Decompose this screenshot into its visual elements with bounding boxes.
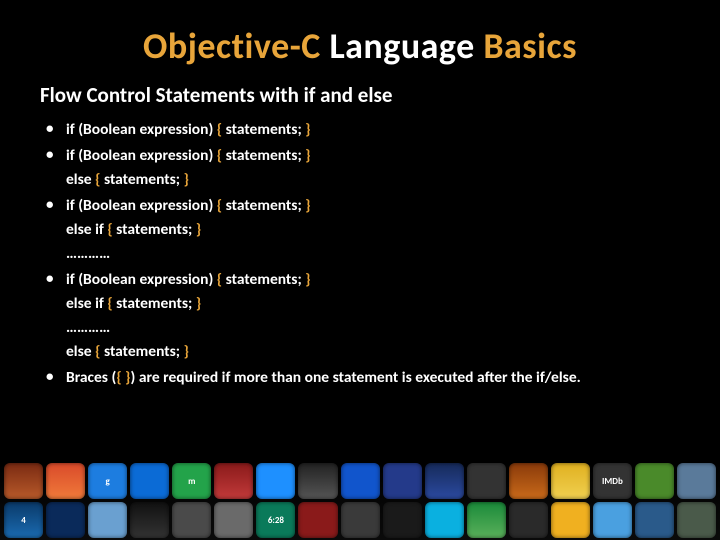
app-icon [298, 502, 337, 538]
app-icon [677, 502, 716, 538]
app-icon [551, 463, 590, 499]
app-icon [130, 463, 169, 499]
dock-icon-strip: g m IMDb 4 6:28 [0, 462, 720, 540]
slide: Objective-C Language Basics Flow Control… [0, 0, 720, 540]
title-part-2: Language [329, 24, 474, 68]
bullet-item: if (Boolean expression) { statements; } e… [40, 268, 686, 364]
app-icon [425, 502, 464, 538]
app-icon [341, 502, 380, 538]
bullet-line: if (Boolean expression) { statements; } [66, 196, 311, 215]
bullet-line: else if { statements; } [66, 218, 686, 242]
title-part-1: Objective-C [143, 24, 321, 68]
app-icon: IMDb [593, 463, 632, 499]
dock-row: 4 6:28 [4, 502, 716, 538]
app-icon: 4 [4, 502, 43, 538]
bullet-line: if (Boolean expression) { statements; } [66, 270, 311, 289]
app-icon [214, 502, 253, 538]
app-icon [172, 502, 211, 538]
app-icon [383, 502, 422, 538]
bullet-item: if (Boolean expression) { statements; } e… [40, 144, 686, 192]
bullet-line: else { statements; } [66, 340, 686, 364]
bullet-line: if (Boolean expression) { statements; } [66, 146, 311, 165]
app-icon [467, 463, 506, 499]
app-icon [635, 463, 674, 499]
app-icon [551, 502, 590, 538]
slide-subtitle: Flow Control Statements with if and else [40, 82, 686, 108]
bullet-line: ………… [66, 242, 686, 266]
app-icon: g [88, 463, 127, 499]
app-icon [88, 502, 127, 538]
app-icon [4, 463, 43, 499]
bullet-item: if (Boolean expression) { statements; } e… [40, 194, 686, 266]
app-icon [509, 463, 548, 499]
title-part-3: Basics [483, 24, 577, 68]
dock-row: g m IMDb [4, 463, 716, 499]
bullet-item: if (Boolean expression) { statements; } [40, 118, 686, 142]
app-icon [341, 463, 380, 499]
app-icon [130, 502, 169, 538]
app-icon [46, 502, 85, 538]
app-icon: m [172, 463, 211, 499]
app-icon [214, 463, 253, 499]
app-icon: 6:28 [256, 502, 295, 538]
app-icon [425, 463, 464, 499]
app-icon [46, 463, 85, 499]
app-icon [467, 502, 506, 538]
slide-title: Objective-C Language Basics [34, 24, 686, 68]
app-icon [298, 463, 337, 499]
app-icon [383, 463, 422, 499]
bullet-line: Braces ({ }) are required if more than o… [66, 368, 581, 387]
bullet-line: if (Boolean expression) { statements; } [66, 120, 311, 139]
app-icon [635, 502, 674, 538]
bullet-list: if (Boolean expression) { statements; }i… [40, 118, 686, 390]
app-icon [509, 502, 548, 538]
bullet-line: else if { statements; } [66, 292, 686, 316]
bullet-line: ………… [66, 316, 686, 340]
app-icon [256, 463, 295, 499]
bullet-line: else { statements; } [66, 168, 686, 192]
app-icon [593, 502, 632, 538]
app-icon [677, 463, 716, 499]
bullet-item: Braces ({ }) are required if more than o… [40, 366, 686, 390]
